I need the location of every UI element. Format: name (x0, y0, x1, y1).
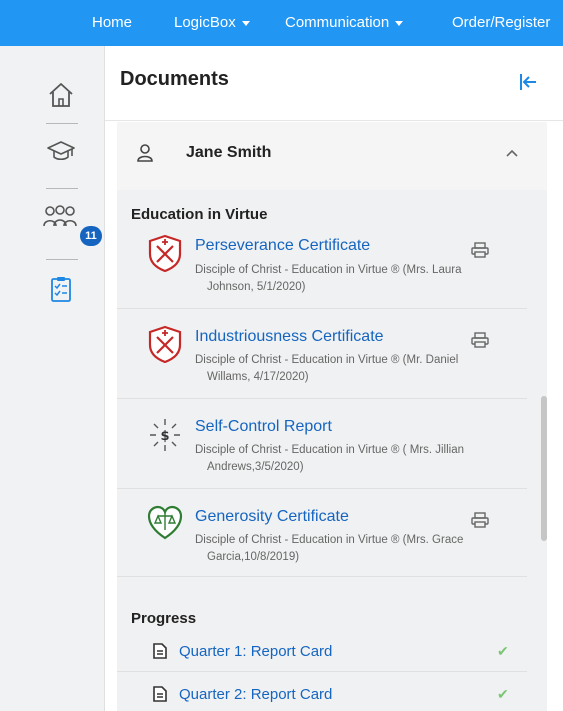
user-icon (137, 144, 153, 162)
document-title-link[interactable]: Perseverance Certificate (195, 237, 370, 255)
document-meta: Disciple of Christ - Education in Virtue… (195, 264, 462, 293)
caret-down-icon (241, 20, 250, 26)
document-title-link[interactable]: Self-Control Report (195, 418, 332, 436)
collapse-left-icon[interactable] (516, 70, 540, 94)
printer-icon[interactable] (471, 242, 489, 258)
home-icon[interactable] (46, 80, 76, 110)
document-meta: Disciple of Christ - Education in Virtue… (195, 444, 465, 473)
clipboard-checklist-icon[interactable] (46, 274, 76, 304)
checkmark-icon: ✔ (497, 686, 509, 702)
student-row[interactable]: Jane Smith (117, 122, 547, 190)
shield-crossed-swords-icon (148, 325, 182, 363)
graduation-cap-icon[interactable] (46, 136, 76, 166)
documents-panel: Documents Jane Smith Education in Virtue… (105, 46, 563, 711)
progress-item-link[interactable]: Quarter 1: Report Card (179, 643, 332, 660)
nav-communication[interactable]: Communication (285, 14, 404, 31)
document-meta: Disciple of Christ - Education in Virtue… (195, 354, 459, 383)
chevron-up-icon[interactable] (505, 148, 519, 158)
document-icon (153, 686, 167, 702)
scrollbar-thumb[interactable] (541, 396, 547, 541)
printer-icon[interactable] (471, 332, 489, 348)
sidebar-divider (46, 259, 78, 260)
section-divider (117, 576, 527, 577)
shield-crossed-swords-icon (148, 234, 182, 272)
page-title: Documents (120, 68, 229, 90)
sidebar-divider (46, 188, 78, 189)
document-title-link[interactable]: Generosity Certificate (195, 508, 349, 526)
people-group-icon[interactable] (42, 204, 78, 234)
nav-logicbox[interactable]: LogicBox (174, 14, 250, 31)
progress-item-link[interactable]: Quarter 2: Report Card (179, 686, 332, 703)
document-divider (117, 308, 527, 309)
section-title-education: Education in Virtue (131, 206, 268, 223)
document-title-link[interactable]: Industriousness Certificate (195, 328, 384, 346)
top-navigation: Home LogicBox Communication Order/Regist… (0, 0, 563, 46)
radiant-dollar-icon: $ (150, 419, 180, 451)
checkmark-icon: ✔ (497, 643, 509, 659)
documents-header: Documents (105, 46, 563, 121)
document-meta: Disciple of Christ - Education in Virtue… (195, 534, 464, 563)
svg-text:$: $ (160, 429, 169, 444)
printer-icon[interactable] (471, 512, 489, 528)
document-divider (117, 398, 527, 399)
sidebar: 11 (0, 46, 105, 711)
people-count-badge: 11 (80, 226, 102, 246)
section-title-progress: Progress (131, 610, 197, 627)
nav-order-register[interactable]: Order/Register (452, 14, 550, 31)
document-icon (153, 643, 167, 659)
sidebar-divider (46, 123, 78, 124)
progress-divider (117, 671, 527, 672)
student-name: Jane Smith (186, 144, 272, 161)
student-documents: Education in Virtue Perseverance Certifi… (117, 190, 547, 711)
caret-down-icon (395, 20, 404, 26)
document-divider (117, 488, 527, 489)
nav-home[interactable]: Home (92, 14, 132, 31)
heart-scales-icon (147, 505, 183, 540)
